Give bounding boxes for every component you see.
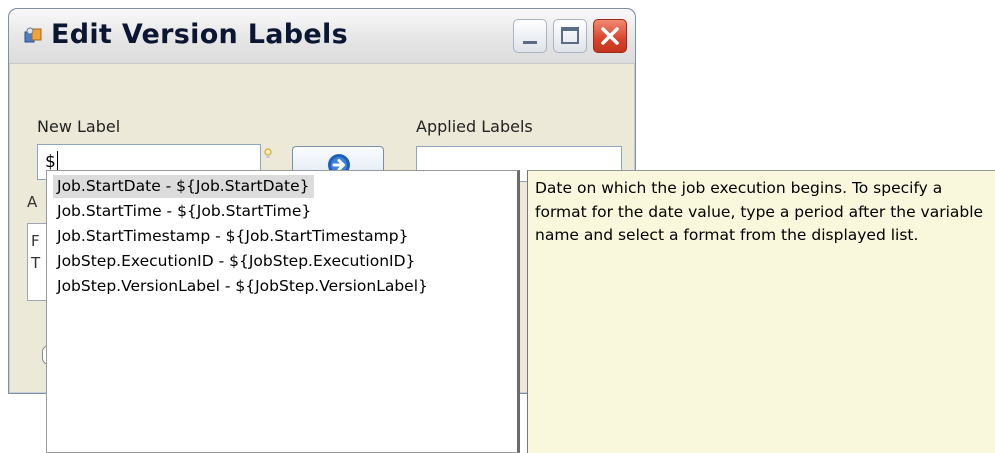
applied-labels-caption: Applied Labels [416,117,533,136]
new-label-value: $ [45,152,56,172]
completion-description-tooltip: Date on which the job execution begins. … [527,170,995,453]
minimize-icon [523,41,537,44]
maximize-button[interactable] [553,19,587,53]
completion-item-job-starttimestamp[interactable]: Job.StartTimestamp - ${Job.StartTimestam… [57,225,408,248]
new-label-caption: New Label [37,117,121,136]
completion-item-jobstep-executionid[interactable]: JobStep.ExecutionID - ${JobStep.Executio… [57,250,415,273]
lightbulb-icon [264,146,272,158]
close-icon [601,27,619,45]
title-bar[interactable]: Edit Version Labels [9,9,635,64]
app-icon [23,26,45,46]
completion-item-job-startdate[interactable]: Job.StartDate - ${Job.StartDate} [53,175,314,198]
maximize-icon [561,27,579,44]
partial-text-line-1: F [31,232,40,250]
completion-item-jobstep-versionlabel[interactable]: JobStep.VersionLabel - ${JobStep.Version… [57,275,428,298]
minimize-button[interactable] [513,19,547,53]
completion-item-job-starttime[interactable]: Job.StartTime - ${Job.StartTime} [57,200,311,223]
description-text: Date on which the job execution begins. … [535,179,984,244]
text-caret [56,151,58,170]
partial-text-line-2: T [31,254,41,272]
close-button[interactable] [593,19,627,53]
partial-caption: A [27,193,38,211]
window-title: Edit Version Labels [51,19,348,50]
variable-completion-popup[interactable]: Job.StartDate - ${Job.StartDate} Job.Sta… [46,170,520,453]
